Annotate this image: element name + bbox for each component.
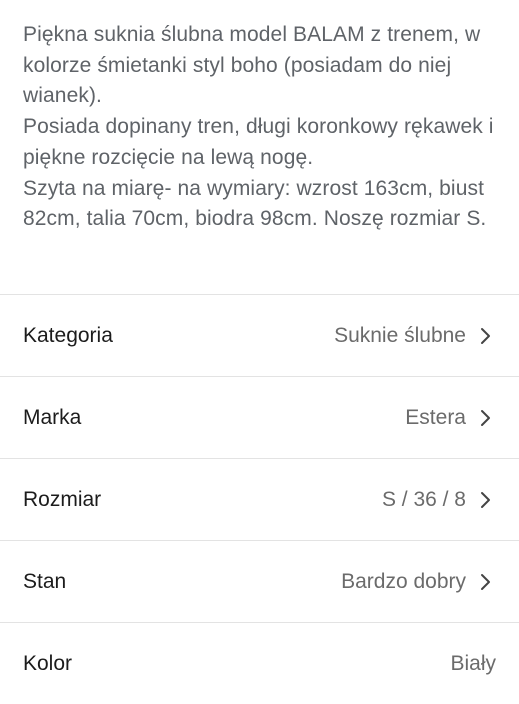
chevron-right-icon <box>474 407 496 429</box>
attribute-label: Kategoria <box>23 323 113 347</box>
attribute-row-condition[interactable]: Stan Bardzo dobry <box>0 540 519 622</box>
description-paragraph-3: Szyta na miarę- na wymiary: wzrost 163cm… <box>23 176 487 231</box>
item-attributes-list: Kategoria Suknie ślubne Marka Estera Roz… <box>0 294 519 704</box>
chevron-right-icon <box>474 489 496 511</box>
attribute-label: Marka <box>23 405 82 429</box>
attribute-row-size[interactable]: Rozmiar S / 36 / 8 <box>0 458 519 540</box>
attribute-label: Kolor <box>23 651 73 675</box>
attribute-value: Bardzo dobry <box>341 569 466 593</box>
description-paragraph-1: Piękna suknia ślubna model BALAM z trene… <box>23 23 481 108</box>
item-description: Piękna suknia ślubna model BALAM z trene… <box>23 20 503 235</box>
chevron-right-icon <box>474 571 496 593</box>
attribute-value: Suknie ślubne <box>334 323 466 347</box>
description-paragraph-2: Posiada dopinany tren, długi koronkowy r… <box>23 115 494 169</box>
attribute-row-color: Kolor Biały <box>0 622 519 704</box>
attribute-row-brand[interactable]: Marka Estera <box>0 376 519 458</box>
attribute-row-category[interactable]: Kategoria Suknie ślubne <box>0 294 519 376</box>
attribute-value: S / 36 / 8 <box>381 487 466 511</box>
attribute-value: Biały <box>450 651 496 675</box>
attribute-label: Stan <box>23 569 67 593</box>
attribute-value: Estera <box>405 405 466 429</box>
attribute-label: Rozmiar <box>23 487 102 511</box>
chevron-right-icon <box>474 325 496 347</box>
